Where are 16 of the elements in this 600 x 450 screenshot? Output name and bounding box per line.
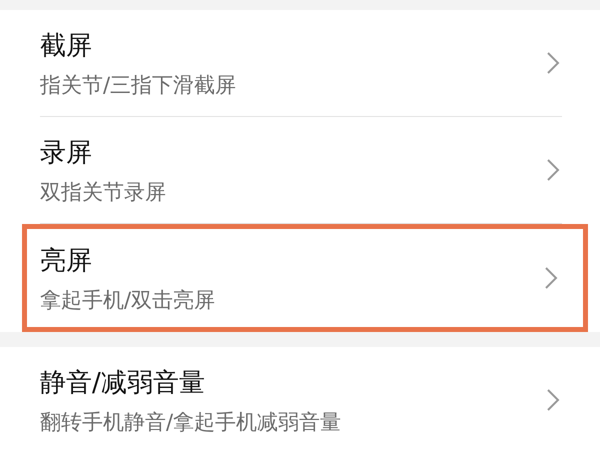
settings-row[interactable]: 截屏 指关节/三指下滑截屏 bbox=[0, 10, 600, 116]
settings-row[interactable]: 录屏 双指关节录屏 bbox=[0, 117, 600, 223]
chevron-right-icon bbox=[544, 265, 558, 291]
settings-row[interactable]: 静音/减弱音量 翻转手机静音/拿起手机减弱音量 bbox=[0, 347, 600, 450]
row-subtitle: 翻转手机静音/拿起手机减弱音量 bbox=[40, 408, 342, 436]
row-title: 静音/减弱音量 bbox=[40, 366, 206, 400]
highlighted-settings-row[interactable]: 亮屏 拿起手机/双击亮屏 bbox=[22, 224, 588, 332]
row-title: 亮屏 bbox=[40, 244, 93, 278]
row-subtitle: 指关节/三指下滑截屏 bbox=[40, 72, 238, 98]
chevron-right-icon bbox=[546, 50, 560, 76]
chevron-right-icon bbox=[546, 387, 560, 413]
row-subtitle: 拿起手机/双击亮屏 bbox=[40, 286, 216, 314]
row-title: 截屏 bbox=[40, 30, 93, 62]
row-subtitle: 双指关节录屏 bbox=[40, 178, 167, 206]
row-title: 录屏 bbox=[40, 136, 93, 170]
chevron-right-icon bbox=[546, 157, 560, 183]
